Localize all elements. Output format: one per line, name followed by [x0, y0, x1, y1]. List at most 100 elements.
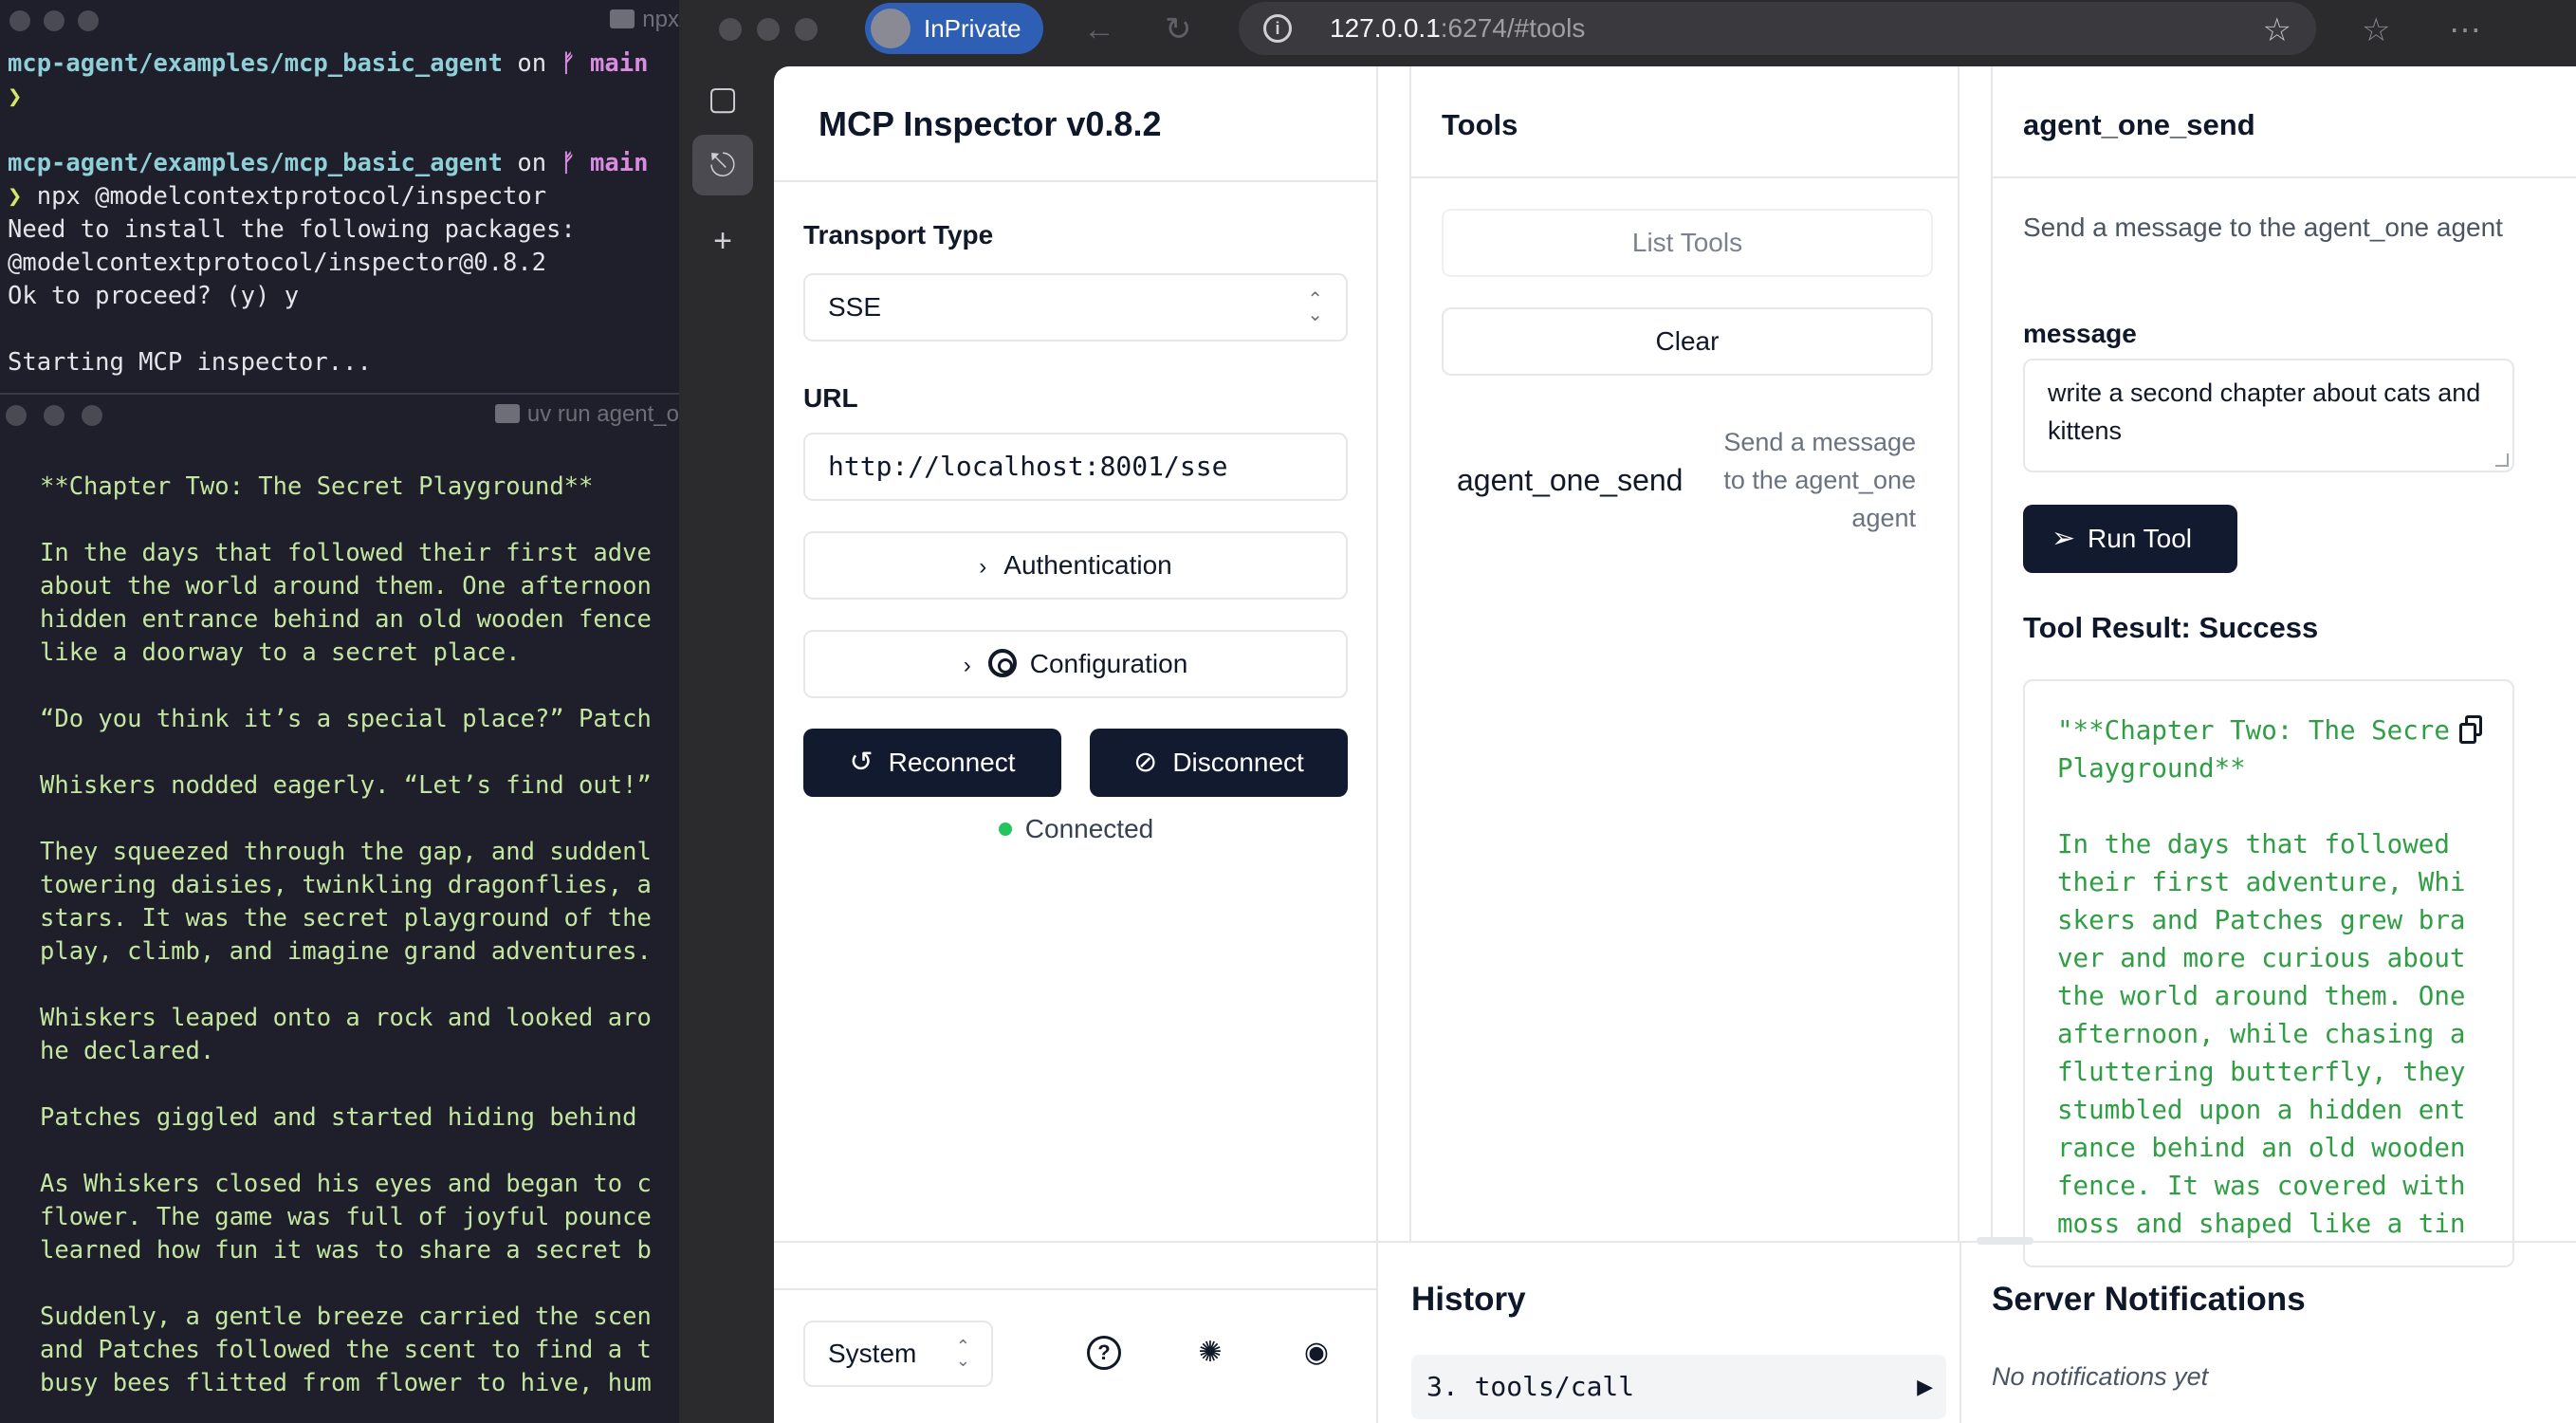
terminal-bottom-title: uv run agent_o [494, 402, 679, 427]
terminal-line: @modelcontextprotocol/inspector@0.8.2 [8, 247, 679, 280]
tool-item-name[interactable]: agent_one_send [1457, 463, 1683, 498]
terminal-path: mcp-agent/examples/mcp_basic_agent [8, 149, 503, 177]
configuration-button[interactable]: › Configuration [803, 630, 1348, 698]
minimize-dot[interactable] [44, 405, 64, 426]
tool-detail-title: agent_one_send [2023, 108, 2255, 141]
url-input[interactable]: http://localhost:8001/sse [803, 433, 1348, 501]
connection-panel-header: MCP Inspector v0.8.2 [774, 66, 1378, 182]
terminal-prompt: ❯ [8, 83, 23, 111]
zoom-dot[interactable] [78, 10, 99, 31]
folder-icon [610, 9, 635, 28]
close-dot[interactable] [6, 405, 27, 426]
copy-icon[interactable] [2459, 715, 2484, 744]
resize-handle[interactable] [2495, 453, 2509, 467]
terminal-top-titlebar: npx [0, 0, 679, 40]
browser-window: InPrivate ← ↻ i 127.0.0.1:6274/#tools ☆ … [679, 0, 2576, 1423]
terminal-top-output: mcp-agent/examples/mcp_basic_agent on ᚠ … [8, 47, 679, 379]
terminal-line: Ok to proceed? (y) y [8, 280, 679, 313]
message-label: message [2023, 319, 2137, 348]
mcp-tab-icon[interactable]: ⎋ [692, 135, 753, 195]
favorite-star-icon[interactable]: ☆ [2263, 11, 2291, 49]
connection-status: Connected [774, 814, 1378, 844]
tool-detail-header: agent_one_send [1993, 66, 2576, 178]
close-dot[interactable] [9, 10, 30, 31]
chevron-updown-icon: ⌃ ⌄ [1307, 289, 1323, 325]
terminal-path: mcp-agent/examples/mcp_basic_agent [8, 49, 503, 78]
tools-title: Tools [1442, 108, 1518, 141]
disconnect-icon: ⊘ [1133, 747, 1158, 778]
tool-detail-description: Send a message to the agent_one agent [2023, 213, 2503, 242]
list-tools-button[interactable]: List Tools [1442, 209, 1933, 277]
terminal-branch: ᚠ main [561, 49, 649, 78]
tool-result-title: Tool Result: Success [2023, 611, 2319, 644]
tab-actions-icon[interactable]: ▢ [692, 68, 753, 129]
history-item[interactable]: 3. tools/call ▶ [1411, 1355, 1946, 1419]
rotate-ccw-icon: ↺ [849, 747, 874, 778]
github-icon[interactable]: ◉ [1299, 1336, 1334, 1370]
transport-select[interactable]: SSE ⌃ ⌄ [803, 273, 1348, 342]
tools-panel-header: Tools [1411, 66, 1958, 178]
tool-result-text: "**Chapter Two: The Secre Playground** I… [2057, 715, 2466, 1239]
more-menu-icon[interactable]: ⋯ [2449, 11, 2481, 49]
terminal-prompt: ❯ [8, 182, 23, 211]
terminal-line: Need to install the following packages: [8, 213, 679, 247]
site-info-icon[interactable]: i [1263, 14, 1292, 43]
browser-toolbar: InPrivate ← ↻ i 127.0.0.1:6274/#tools ☆ … [679, 0, 2576, 59]
profile-avatar [871, 9, 911, 48]
run-tool-button[interactable]: ➢ Run Tool [2023, 505, 2237, 573]
close-dot[interactable] [719, 18, 742, 41]
url-text[interactable]: 127.0.0.1:6274/#tools [1330, 2, 1585, 55]
connection-panel: MCP Inspector v0.8.2 Transport Type SSE … [774, 66, 1378, 1423]
minimize-dot[interactable] [44, 10, 64, 31]
terminal-line: mcp-agent/examples/mcp_basic_agent on ᚠ … [8, 47, 679, 81]
refresh-icon[interactable]: ↻ [1165, 13, 1192, 46]
browser-sidebar: ▢ ⎋ + [679, 59, 774, 1423]
inprivate-badge[interactable]: InPrivate [865, 3, 1043, 54]
terminal-top-title: npx [610, 8, 679, 32]
terminal-line: ❯ npx @modelcontextprotocol/inspector [8, 180, 679, 213]
url-label: URL [803, 383, 858, 413]
tools-panel: Tools List Tools Clear agent_one_send Se… [1409, 66, 1960, 1243]
folder-icon [494, 404, 520, 423]
zoom-dot[interactable] [795, 18, 818, 41]
tool-detail-panel: agent_one_send Send a message to the age… [1991, 66, 2576, 1267]
message-textarea[interactable]: write a second chapter about cats and ki… [2023, 359, 2514, 472]
new-tab-plus-icon[interactable]: + [692, 211, 753, 271]
back-icon[interactable]: ← [1083, 13, 1115, 46]
tool-item-description[interactable]: Send a message to the agent_one agent [1696, 423, 1916, 537]
authentication-button[interactable]: › Authentication [803, 531, 1348, 600]
terminal-on: on [502, 149, 561, 177]
minimize-dot[interactable] [757, 18, 780, 41]
terminal-text: Need to install the following packages: [8, 215, 576, 244]
chevron-right-icon: › [963, 653, 971, 678]
gear-icon [987, 649, 1017, 677]
terminal-top: npx mcp-agent/examples/mcp_basic_agent o… [0, 0, 679, 389]
terminal-line: Starting MCP inspector... [8, 346, 679, 379]
status-dot [998, 822, 1012, 836]
terminal-text: Starting MCP inspector... [8, 348, 372, 377]
terminal-bottom-output: **Chapter Two: The Secret Playground** I… [40, 472, 652, 1397]
reconnect-button[interactable]: ↺ Reconnect [803, 729, 1061, 797]
help-icon[interactable]: ? [1087, 1336, 1121, 1370]
inspector-page: MCP Inspector v0.8.2 Transport Type SSE … [774, 66, 2576, 1423]
expand-triangle-icon[interactable]: ▶ [1917, 1355, 1933, 1419]
favorites-icon[interactable]: ☆ [2362, 11, 2390, 49]
terminal-bottom-titlebar: uv run agent_o [0, 395, 679, 434]
notifications-panel: Server Notifications No notifications ye… [1960, 1243, 2576, 1423]
history-panel: History 3. tools/call ▶ [1409, 1243, 1960, 1423]
clear-button[interactable]: Clear [1442, 307, 1933, 376]
terminal-text: Ok to proceed? (y) y [8, 282, 300, 310]
disconnect-button[interactable]: ⊘ Disconnect [1090, 729, 1348, 797]
terminal-line: mcp-agent/examples/mcp_basic_agent on ᚠ … [8, 147, 679, 180]
address-bar[interactable]: i 127.0.0.1:6274/#tools ☆ [1239, 2, 2316, 55]
terminal-bottom: uv run agent_o **Chapter Two: The Secret… [0, 393, 679, 1423]
bug-icon[interactable]: ✺ [1193, 1336, 1227, 1370]
theme-select[interactable]: System ⌃ ⌄ [803, 1321, 993, 1387]
transport-label: Transport Type [803, 220, 994, 249]
zoom-dot[interactable] [82, 405, 102, 426]
terminal-cmd: npx @modelcontextprotocol/inspector [22, 182, 547, 211]
connection-panel-footer: System ⌃ ⌄ ? ✺ ◉ [774, 1288, 1378, 1423]
tool-result-box[interactable]: "**Chapter Two: The Secre Playground** I… [2023, 679, 2514, 1267]
